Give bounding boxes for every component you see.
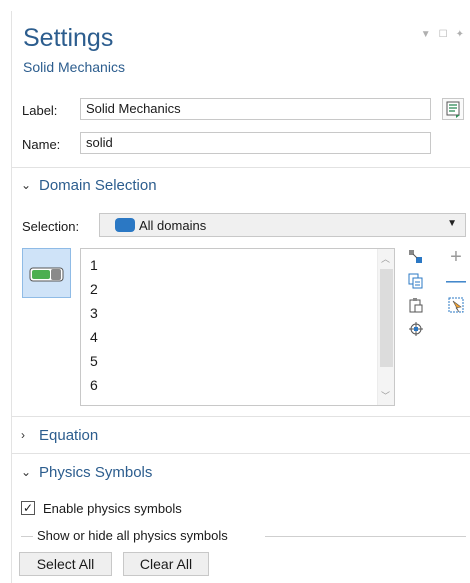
copy-icon[interactable] — [407, 272, 425, 290]
window-controls: ▼ ☐ ✦ — [421, 29, 464, 40]
domain-list[interactable]: 1 2 3 4 5 6 ︿ ﹀ — [80, 248, 395, 406]
add-icon[interactable]: + — [447, 246, 465, 268]
selection-dropdown[interactable]: All domains ▼ — [99, 213, 466, 237]
page-subtitle: Solid Mechanics — [23, 59, 125, 75]
section-title: Physics Symbols — [39, 463, 153, 481]
scroll-down-icon[interactable]: ﹀ — [381, 389, 390, 402]
selection-value: All domains — [139, 217, 207, 233]
chevron-right-icon: › — [21, 428, 25, 442]
divider — [12, 416, 470, 417]
maximize-icon[interactable]: ☐ — [439, 29, 448, 40]
label-caption: Label: — [22, 103, 58, 118]
chevron-down-icon: ⌄ — [21, 465, 32, 479]
domain-icon — [115, 218, 135, 232]
section-title: Domain Selection — [39, 176, 157, 194]
paste-icon[interactable] — [407, 296, 425, 314]
pin-icon[interactable]: ✦ — [456, 29, 464, 40]
selection-caption: Selection: — [22, 219, 80, 234]
clear-all-button[interactable]: Clear All — [123, 552, 209, 576]
list-scrollbar[interactable]: ︿ ﹀ — [377, 249, 394, 405]
enable-physics-symbols-checkbox[interactable]: ✓ — [21, 501, 35, 515]
remove-icon[interactable]: — — [446, 270, 466, 292]
scrollbar-thumb[interactable] — [380, 269, 393, 367]
select-adjacent-icon[interactable] — [407, 248, 425, 266]
dropdown-arrow-icon[interactable]: ▼ — [421, 29, 431, 40]
settings-panel: Settings Solid Mechanics ▼ ☐ ✦ Label: So… — [11, 11, 470, 583]
page-title: Settings — [23, 24, 114, 52]
name-field[interactable]: solid — [80, 132, 431, 154]
scroll-up-icon[interactable]: ︿ — [381, 252, 390, 265]
list-item[interactable]: 6 — [90, 373, 98, 397]
label-edit-icon[interactable] — [442, 98, 464, 120]
list-item[interactable]: 5 — [90, 349, 98, 373]
group-caption: Show or hide all physics symbols — [37, 528, 228, 543]
group-line-right — [265, 536, 466, 537]
dropdown-caret-icon: ▼ — [447, 218, 457, 229]
section-title: Equation — [39, 426, 99, 444]
chevron-down-icon: ⌄ — [21, 178, 32, 192]
select-all-button[interactable]: Select All — [19, 552, 112, 576]
zoom-to-selection-icon[interactable] — [407, 320, 425, 338]
activate-selection-toggle[interactable] — [22, 248, 71, 298]
label-field[interactable]: Solid Mechanics — [80, 98, 431, 120]
list-item[interactable]: 2 — [90, 277, 98, 301]
clear-selection-icon[interactable] — [447, 296, 465, 314]
divider — [12, 453, 470, 454]
checkbox-label: Enable physics symbols — [43, 501, 182, 516]
list-item[interactable]: 3 — [90, 301, 98, 325]
group-line-left — [21, 536, 33, 537]
section-physics-symbols[interactable]: ⌄ Physics Symbols — [12, 455, 470, 489]
name-caption: Name: — [22, 137, 61, 152]
list-item[interactable]: 4 — [90, 325, 98, 349]
section-equation[interactable]: › Equation — [12, 418, 470, 452]
list-item[interactable]: 1 — [90, 253, 98, 277]
section-domain-selection[interactable]: ⌄ Domain Selection — [12, 168, 470, 202]
